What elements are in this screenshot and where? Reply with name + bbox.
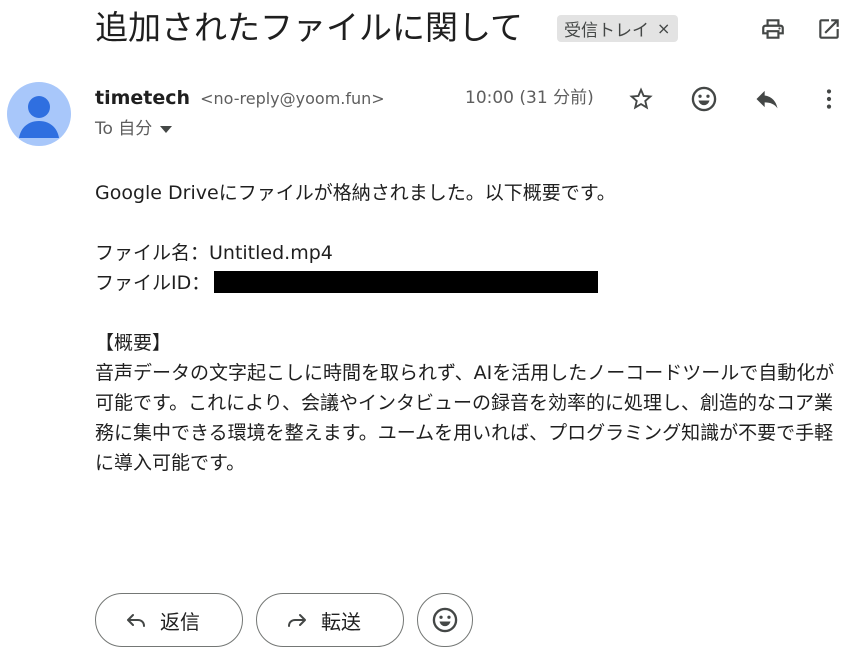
emoji-reaction-button[interactable]: [417, 593, 473, 647]
body-summary-text: 音声データの文字起こしに時間を取られず、AIを活用したノーコードツールで自動化が…: [95, 362, 835, 474]
body-intro: Google Driveにファイルが格納されました。以下概要です。: [95, 182, 616, 204]
recipient-text: To 自分: [95, 119, 153, 139]
body-file-id-label: ファイルID：: [95, 272, 211, 294]
reply-icon[interactable]: [752, 84, 782, 114]
open-in-new-icon[interactable]: [814, 14, 844, 44]
sender-avatar[interactable]: [7, 82, 71, 146]
more-vert-icon[interactable]: [814, 84, 844, 114]
emoji-icon[interactable]: [689, 84, 719, 114]
sender-name[interactable]: timetech: [95, 87, 190, 109]
recipient-dropdown[interactable]: To 自分: [95, 117, 173, 141]
email-body: Google Driveにファイルが格納されました。以下概要です。 ファイル名：…: [95, 178, 847, 478]
redacted-file-id: [214, 271, 599, 293]
email-subject: 追加されたファイルに関して: [95, 8, 524, 47]
reply-button[interactable]: 返信: [95, 593, 243, 647]
received-time: 10:00 (31 分前): [465, 88, 594, 108]
chevron-down-icon: [160, 125, 173, 133]
inbox-label-chip[interactable]: 受信トレイ ×: [557, 15, 679, 42]
reply-icon: [127, 614, 145, 627]
sender-info: timetech <no-reply@yoom.fun>: [95, 85, 385, 112]
inbox-label-text: 受信トレイ: [564, 21, 649, 41]
remove-label-icon[interactable]: ×: [657, 19, 670, 38]
forward-button-label: 転送: [321, 609, 361, 634]
body-file-name: ファイル名：Untitled.mp4: [95, 242, 333, 264]
print-icon[interactable]: [758, 14, 788, 44]
forward-button[interactable]: 転送: [256, 593, 404, 647]
body-file-id: ファイルID：: [95, 268, 847, 298]
star-icon[interactable]: [626, 84, 656, 114]
emoji-icon: [432, 607, 458, 633]
reply-button-label: 返信: [160, 609, 200, 634]
forward-icon: [288, 614, 306, 627]
sender-email: <no-reply@yoom.fun>: [200, 89, 385, 108]
body-summary-heading: 【概要】: [95, 332, 172, 354]
